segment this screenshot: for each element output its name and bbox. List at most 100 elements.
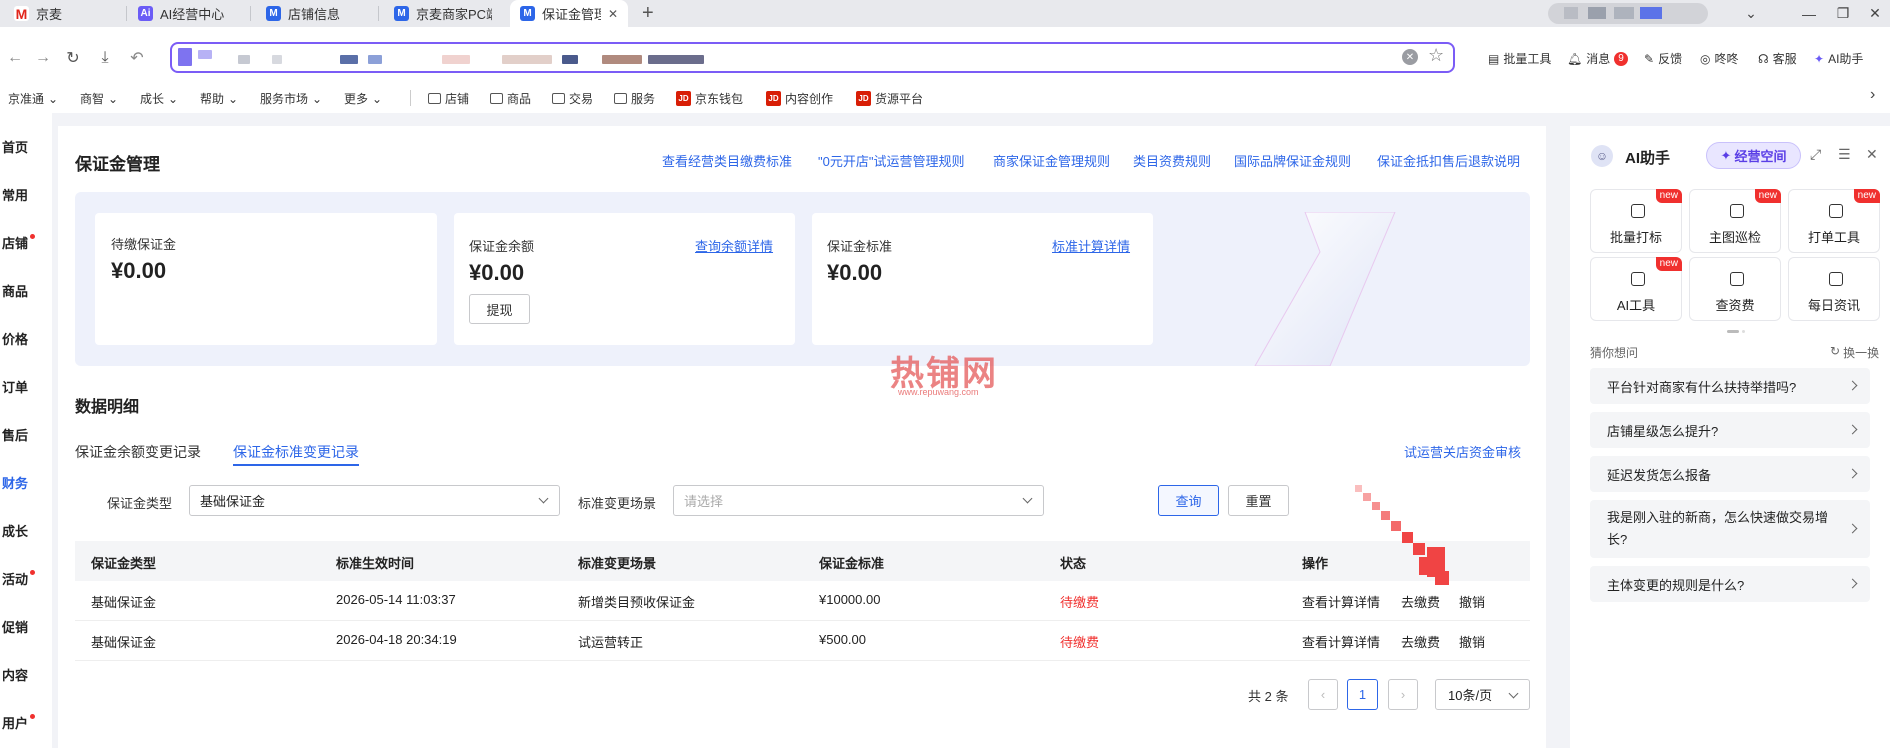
close-tab-icon[interactable]: ✕ [608,7,618,21]
query-button[interactable]: 查询 [1158,485,1219,516]
nav-item-common[interactable]: 常用 [2,185,28,204]
reload-icon[interactable]: ↻ [62,47,84,69]
tab-search-icon[interactable]: ⌄ [1734,0,1768,27]
tool-batch-tag[interactable]: 批量打标 new [1590,189,1682,253]
bookmark-folder-service[interactable]: 服务 [614,90,655,107]
feedback-button[interactable]: ✎ 反馈 [1644,50,1682,67]
nav-item-goods[interactable]: 商品 [2,281,28,300]
browser-tab-jingmai[interactable]: M 京麦 [4,0,124,27]
new-tab-button[interactable]: + [642,2,654,24]
bookmark-folder-trade[interactable]: 交易 [552,90,593,107]
tool-check-fees[interactable]: 查资费 [1689,257,1781,321]
service-button[interactable]: ☊ 客服 [1758,50,1797,67]
bookmark-menu-more[interactable]: 更多 ⌄ [344,90,382,107]
batch-tools-button[interactable]: ▤ 批量工具 [1488,50,1551,67]
bookmark-supply-platform[interactable]: JD 货源平台 [856,90,923,107]
bookmark-content-creation[interactable]: JD 内容创作 [766,90,833,107]
chevron-down-icon: ⌄ [48,91,59,106]
nav-item-aftersale[interactable]: 售后 [2,425,28,444]
dongdong-button[interactable]: ◎ 咚咚 [1700,50,1739,67]
bookmark-folder-goods[interactable]: 商品 [490,90,531,107]
bookmark-star-icon[interactable]: ☆ [1428,45,1444,66]
minimize-icon[interactable]: — [1792,0,1826,27]
page-size-select[interactable]: 10条/页 [1435,679,1530,710]
link-deposit-rules[interactable]: 商家保证金管理规则 [993,151,1110,170]
nav-item-home[interactable]: 首页 [2,137,28,156]
link-category-fee-rules[interactable]: 类目资费规则 [1133,151,1211,170]
messages-button[interactable]: 🔔︎ 消息 9 [1567,50,1628,67]
expand-icon[interactable]: ⤢ [1810,146,1821,163]
undo-icon[interactable]: ↶ [126,47,148,69]
ai-assistant-toolbar-button[interactable]: ✦ AI助手 [1814,50,1863,67]
nav-item-promotion[interactable]: 促销 [2,617,28,636]
bookmark-menu-jzt[interactable]: 京准通 ⌄ [8,90,58,107]
nav-item-finance[interactable]: 财务 [2,473,28,492]
bookmark-folder-shop[interactable]: 店铺 [428,90,469,107]
question-item[interactable]: 平台针对商家有什么扶持举措吗? [1590,368,1870,404]
pay-link[interactable]: 去缴费 [1401,632,1440,651]
tab-balance-records[interactable]: 保证金余额变更记录 [75,442,201,462]
bookmark-jd-wallet[interactable]: JD 京东钱包 [676,90,743,107]
bookmark-menu-shangzhi[interactable]: 商智 ⌄ [80,90,118,107]
nav-item-activity[interactable]: 活动 [2,569,28,588]
close-window-icon[interactable]: ✕ [1858,0,1890,27]
chevron-down-icon [1508,688,1519,699]
scene-select[interactable]: 请选择 [673,485,1044,516]
refresh-button[interactable]: ↻ 换一换 [1830,344,1879,361]
trial-close-audit-link[interactable]: 试运营关店资金审核 [1404,442,1521,461]
chevron-right-icon[interactable]: › [1870,86,1875,104]
restore-icon[interactable]: ❐ [1826,0,1860,27]
view-calc-detail-link[interactable]: 查看计算详情 [1302,632,1380,651]
clear-url-icon[interactable]: ✕ [1402,49,1418,65]
forward-icon[interactable]: → [32,47,54,69]
tool-print-order[interactable]: 打单工具 new [1788,189,1880,253]
question-text: 延迟发货怎么报备 [1607,467,1712,483]
nav-item-orders[interactable]: 订单 [2,377,28,396]
tool-main-image-check[interactable]: 主图巡检 new [1689,189,1781,253]
balance-detail-link[interactable]: 查询余额详情 [695,236,773,255]
panel-gutter [1556,126,1570,748]
link-trial-rules[interactable]: "0元开店"试运营管理规则 [818,151,964,170]
link-intl-brand-rules[interactable]: 国际品牌保证金规则 [1234,151,1351,170]
revoke-link[interactable]: 撤销 [1459,632,1485,651]
browser-tab-jingmai-pc[interactable]: M 京麦商家PC端 [384,0,504,27]
profile-area[interactable] [1548,3,1708,24]
bookmark-menu-growth[interactable]: 成长 ⌄ [140,90,178,107]
question-item[interactable]: 我是刚入驻的新商，怎么快速做交易增长? [1590,500,1870,558]
nav-item-users[interactable]: 用户 [2,713,28,732]
browser-tab-deposit[interactable]: M 保证金管理 ✕ [510,0,628,27]
deposit-type-select[interactable]: 基础保证金 [189,485,560,516]
bookmark-menu-service-market[interactable]: 服务市场 ⌄ [260,90,322,107]
address-bar[interactable]: ✕ ☆ [170,42,1455,73]
withdraw-button[interactable]: 提现 [469,294,530,324]
tool-ai-tools[interactable]: AI工具 new [1590,257,1682,321]
prev-page-button[interactable]: ‹ [1308,679,1338,710]
nav-item-price[interactable]: 价格 [2,329,28,348]
link-category-fee-standard[interactable]: 查看经营类目缴费标准 [662,151,792,170]
back-icon[interactable]: ← [4,47,26,69]
business-space-button[interactable]: ✦ 经营空间 [1706,142,1801,169]
close-panel-icon[interactable]: ✕ [1866,146,1878,163]
annotation-arrow [1355,485,1449,585]
standard-detail-link[interactable]: 标准计算详情 [1052,236,1130,255]
browser-tab-ai-center[interactable]: Ai AI经营中心 [128,0,248,27]
link-deduction-note[interactable]: 保证金抵扣售后退款说明 [1377,151,1520,170]
nav-item-growth[interactable]: 成长 [2,521,28,540]
menu-icon[interactable]: ☰ [1838,146,1851,163]
blurred-url [502,55,552,64]
question-item[interactable]: 店铺星级怎么提升? [1590,412,1870,448]
bookmark-menu-help[interactable]: 帮助 ⌄ [200,90,238,107]
tool-daily-news[interactable]: 每日资讯 [1788,257,1880,321]
question-item[interactable]: 主体变更的规则是什么? [1590,566,1870,602]
download-icon[interactable]: ⤓ [94,47,116,69]
page-1-button[interactable]: 1 [1347,679,1378,710]
nav-item-shop[interactable]: 店铺 [2,233,28,252]
reset-button[interactable]: 重置 [1228,485,1289,516]
next-page-button[interactable]: › [1388,679,1418,710]
question-item[interactable]: 延迟发货怎么报备 [1590,456,1870,492]
batch-tools-label: 批量工具 [1503,52,1552,66]
nav-item-content[interactable]: 内容 [2,665,28,684]
tab-standard-records[interactable]: 保证金标准变更记录 [233,442,359,462]
browser-tab-shop-info[interactable]: M 店铺信息 [256,0,376,27]
blurred-avatar [1588,7,1606,19]
